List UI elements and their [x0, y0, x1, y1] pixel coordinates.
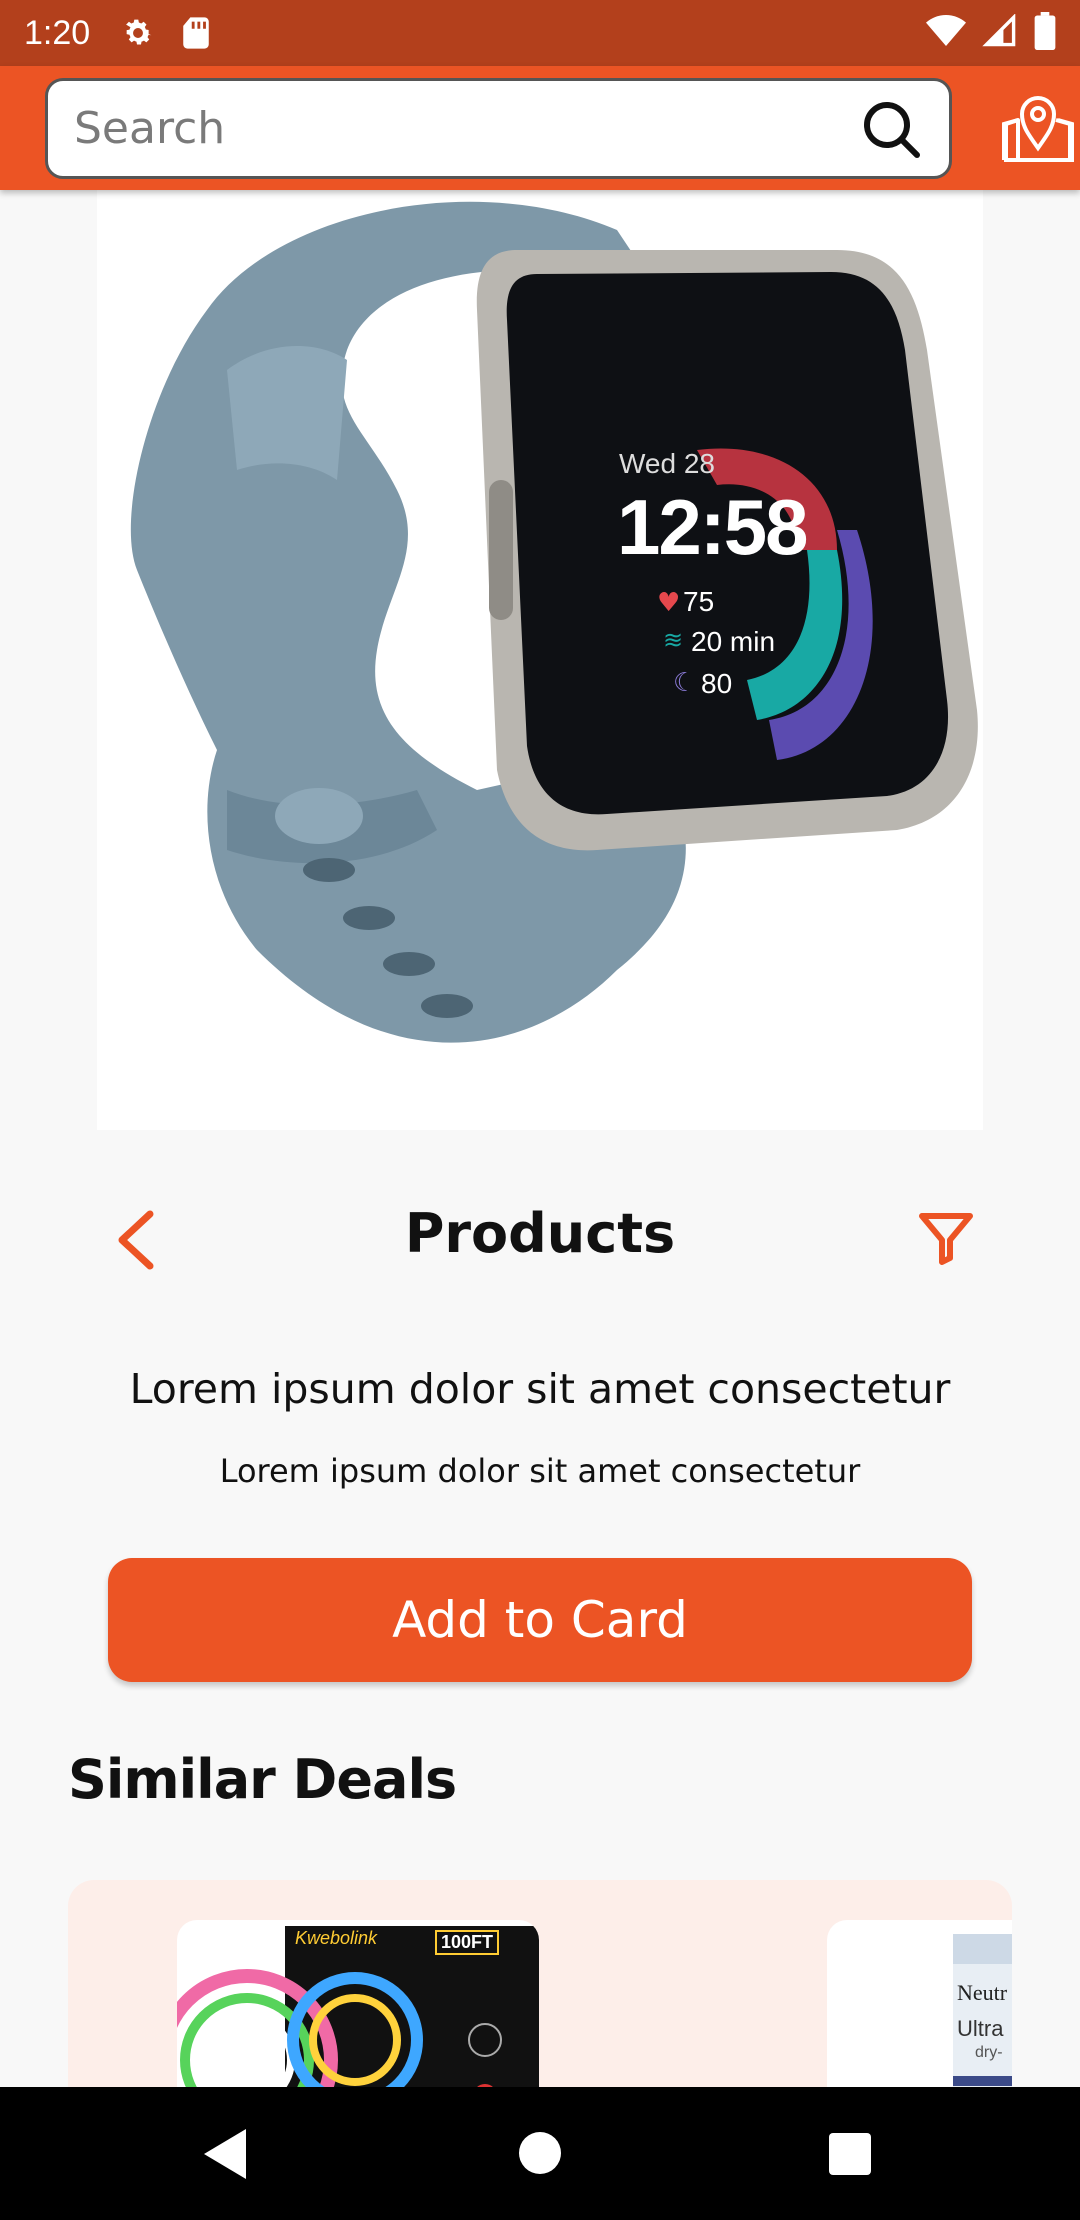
app-bar [0, 66, 1080, 190]
watch-active-minutes: 20 min [691, 626, 776, 657]
battery-icon [1034, 12, 1056, 54]
deal-box-label: 100FT [435, 1930, 500, 1955]
wifi-icon [926, 14, 966, 52]
title-row: Products [0, 1180, 1080, 1300]
gear-icon [118, 13, 158, 53]
home-circle-icon[interactable] [519, 2132, 561, 2174]
similar-deals-title: Similar Deals [68, 1748, 457, 1811]
moon-icon: ☾ [673, 668, 697, 698]
deal-subtext: dry- [975, 2044, 1003, 2061]
sd-card-icon [176, 13, 216, 53]
status-time: 1:20 [24, 13, 91, 52]
location-pin-icon[interactable] [1000, 90, 1076, 166]
search-box[interactable] [45, 78, 952, 179]
filter-icon[interactable] [918, 1210, 974, 1266]
product-image: Wed 28 12:58 ♥ 75 ≋ 20 min ☾ 80 [97, 190, 983, 1130]
watch-sleep-score: 80 [701, 668, 733, 699]
add-to-cart-button[interactable]: Add to Card [108, 1558, 972, 1682]
product-description-line2: Lorem ipsum dolor sit amet consectetur [219, 1452, 861, 1490]
watch-date: Wed 28 [619, 448, 715, 479]
recents-square-icon[interactable] [829, 2133, 871, 2175]
back-triangle-icon[interactable] [200, 2127, 250, 2181]
watch-heart-rate: 75 [683, 586, 715, 617]
search-icon[interactable] [859, 97, 923, 161]
deal-text: Ultra [957, 2016, 1004, 2041]
deal-brand: Neutr [957, 1980, 1008, 2005]
search-input[interactable] [74, 103, 859, 154]
product-description-line1: Lorem ipsum dolor sit amet consectetur [129, 1365, 951, 1413]
deal-brand: Kwebolink [295, 1928, 378, 1948]
signal-icon [982, 13, 1018, 52]
watch-time: 12:58 [617, 483, 808, 571]
system-nav-bar [0, 2087, 1080, 2220]
heart-icon: ♥ [657, 588, 681, 618]
stairs-icon: ≋ [663, 626, 684, 654]
status-bar: 1:20 [0, 0, 1080, 66]
